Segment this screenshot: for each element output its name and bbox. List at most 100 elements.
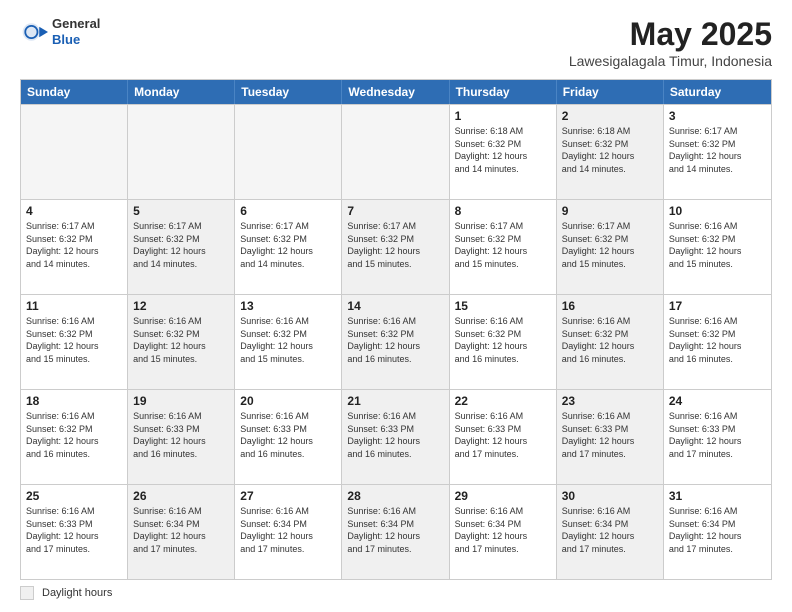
cal-cell-day-1: 1 Sunrise: 6:18 AM Sunset: 6:32 PM Daylig… [450,105,557,199]
logo-general-text: General [52,16,100,32]
cal-header-thursday: Thursday [450,80,557,104]
cal-cell-day-21: 21 Sunrise: 6:16 AM Sunset: 6:33 PM Dayli… [342,390,449,484]
calendar: SundayMondayTuesdayWednesdayThursdayFrid… [20,79,772,580]
cal-header-friday: Friday [557,80,664,104]
legend-box [20,586,34,600]
day-detail-4: Sunrise: 6:17 AM Sunset: 6:32 PM Dayligh… [26,220,122,270]
cal-cell-empty-0-0 [21,105,128,199]
cal-cell-day-22: 22Sunrise: 6:16 AM Sunset: 6:33 PM Dayli… [450,390,557,484]
cal-cell-day-13: 13 Sunrise: 6:16 AM Sunset: 6:32 PM Dayli… [235,295,342,389]
cal-header-saturday: Saturday [664,80,771,104]
cal-cell-day-26: 26 Sunrise: 6:16 AM Sunset: 6:34 PM Dayli… [128,485,235,579]
cal-cell-day-5: 5 Sunrise: 6:17 AM Sunset: 6:32 PM Daylig… [128,200,235,294]
day-number-26: 26 [133,489,229,503]
cal-header-sunday: Sunday [21,80,128,104]
cal-week-3: 11 Sunrise: 6:16 AM Sunset: 6:32 PM Dayli… [21,294,771,389]
calendar-body: 1 Sunrise: 6:18 AM Sunset: 6:32 PM Daylig… [21,104,771,579]
cal-cell-day-8: 8Sunrise: 6:17 AM Sunset: 6:32 PM Daylig… [450,200,557,294]
day-number-15: 15 [455,299,551,313]
day-detail-12: Sunrise: 6:16 AM Sunset: 6:32 PM Dayligh… [133,315,229,365]
day-detail-13: Sunrise: 6:16 AM Sunset: 6:32 PM Dayligh… [240,315,336,365]
day-detail-6: Sunrise: 6:17 AM Sunset: 6:32 PM Dayligh… [240,220,336,270]
cal-cell-day-11: 11 Sunrise: 6:16 AM Sunset: 6:32 PM Dayli… [21,295,128,389]
day-detail-7: Sunrise: 6:17 AM Sunset: 6:32 PM Dayligh… [347,220,443,270]
day-detail-15: Sunrise: 6:16 AM Sunset: 6:32 PM Dayligh… [455,315,551,365]
day-detail-9: Sunrise: 6:17 AM Sunset: 6:32 PM Dayligh… [562,220,658,270]
day-number-10: 10 [669,204,766,218]
cal-cell-day-24: 24 Sunrise: 6:16 AM Sunset: 6:33 PM Dayli… [664,390,771,484]
legend-label: Daylight hours [42,587,112,599]
cal-header-monday: Monday [128,80,235,104]
legend: Daylight hours [20,586,772,600]
cal-cell-day-17: 17 Sunrise: 6:16 AM Sunset: 6:32 PM Dayli… [664,295,771,389]
day-detail-21: Sunrise: 6:16 AM Sunset: 6:33 PM Dayligh… [347,410,443,460]
cal-cell-day-4: 4 Sunrise: 6:17 AM Sunset: 6:32 PM Daylig… [21,200,128,294]
day-detail-23: Sunrise: 6:16 AM Sunset: 6:33 PM Dayligh… [562,410,658,460]
day-number-30: 30 [562,489,658,503]
logo: General Blue [20,16,100,47]
cal-week-4: 18Sunrise: 6:16 AM Sunset: 6:32 PM Dayli… [21,389,771,484]
cal-header-tuesday: Tuesday [235,80,342,104]
day-number-2: 2 [562,109,658,123]
day-number-4: 4 [26,204,122,218]
day-detail-29: Sunrise: 6:16 AM Sunset: 6:34 PM Dayligh… [455,505,551,555]
cal-cell-day-9: 9 Sunrise: 6:17 AM Sunset: 6:32 PM Daylig… [557,200,664,294]
cal-cell-empty-0-3 [342,105,449,199]
day-number-20: 20 [240,394,336,408]
day-detail-3: Sunrise: 6:17 AM Sunset: 6:32 PM Dayligh… [669,125,766,175]
day-number-28: 28 [347,489,443,503]
cal-cell-day-6: 6Sunrise: 6:17 AM Sunset: 6:32 PM Daylig… [235,200,342,294]
day-number-5: 5 [133,204,229,218]
day-number-8: 8 [455,204,551,218]
cal-cell-day-20: 20Sunrise: 6:16 AM Sunset: 6:33 PM Dayli… [235,390,342,484]
logo-icon [20,18,48,46]
day-number-12: 12 [133,299,229,313]
cal-cell-day-7: 7 Sunrise: 6:17 AM Sunset: 6:32 PM Daylig… [342,200,449,294]
logo-blue-text: Blue [52,32,100,48]
day-number-11: 11 [26,299,122,313]
day-detail-25: Sunrise: 6:16 AM Sunset: 6:33 PM Dayligh… [26,505,122,555]
cal-cell-day-14: 14 Sunrise: 6:16 AM Sunset: 6:32 PM Dayli… [342,295,449,389]
day-detail-17: Sunrise: 6:16 AM Sunset: 6:32 PM Dayligh… [669,315,766,365]
calendar-header-row: SundayMondayTuesdayWednesdayThursdayFrid… [21,80,771,104]
cal-cell-day-12: 12 Sunrise: 6:16 AM Sunset: 6:32 PM Dayli… [128,295,235,389]
cal-week-5: 25 Sunrise: 6:16 AM Sunset: 6:33 PM Dayli… [21,484,771,579]
title-block: May 2025 Lawesigalagala Timur, Indonesia [569,16,772,69]
main-title: May 2025 [569,16,772,53]
day-number-17: 17 [669,299,766,313]
day-number-7: 7 [347,204,443,218]
day-detail-16: Sunrise: 6:16 AM Sunset: 6:32 PM Dayligh… [562,315,658,365]
cal-cell-day-3: 3 Sunrise: 6:17 AM Sunset: 6:32 PM Daylig… [664,105,771,199]
cal-week-2: 4 Sunrise: 6:17 AM Sunset: 6:32 PM Daylig… [21,199,771,294]
cal-cell-day-19: 19 Sunrise: 6:16 AM Sunset: 6:33 PM Dayli… [128,390,235,484]
day-detail-10: Sunrise: 6:16 AM Sunset: 6:32 PM Dayligh… [669,220,766,270]
day-detail-14: Sunrise: 6:16 AM Sunset: 6:32 PM Dayligh… [347,315,443,365]
cal-cell-day-10: 10 Sunrise: 6:16 AM Sunset: 6:32 PM Dayli… [664,200,771,294]
day-detail-22: Sunrise: 6:16 AM Sunset: 6:33 PM Dayligh… [455,410,551,460]
cal-cell-empty-0-1 [128,105,235,199]
cal-cell-day-18: 18Sunrise: 6:16 AM Sunset: 6:32 PM Dayli… [21,390,128,484]
day-number-1: 1 [455,109,551,123]
day-number-14: 14 [347,299,443,313]
cal-cell-day-28: 28Sunrise: 6:16 AM Sunset: 6:34 PM Dayli… [342,485,449,579]
day-number-25: 25 [26,489,122,503]
day-detail-19: Sunrise: 6:16 AM Sunset: 6:33 PM Dayligh… [133,410,229,460]
day-number-18: 18 [26,394,122,408]
day-number-29: 29 [455,489,551,503]
day-number-24: 24 [669,394,766,408]
day-detail-24: Sunrise: 6:16 AM Sunset: 6:33 PM Dayligh… [669,410,766,460]
subtitle: Lawesigalagala Timur, Indonesia [569,53,772,69]
day-number-21: 21 [347,394,443,408]
day-detail-26: Sunrise: 6:16 AM Sunset: 6:34 PM Dayligh… [133,505,229,555]
day-number-31: 31 [669,489,766,503]
day-detail-5: Sunrise: 6:17 AM Sunset: 6:32 PM Dayligh… [133,220,229,270]
day-number-3: 3 [669,109,766,123]
day-number-19: 19 [133,394,229,408]
day-detail-11: Sunrise: 6:16 AM Sunset: 6:32 PM Dayligh… [26,315,122,365]
day-number-9: 9 [562,204,658,218]
day-detail-1: Sunrise: 6:18 AM Sunset: 6:32 PM Dayligh… [455,125,551,175]
day-number-13: 13 [240,299,336,313]
cal-cell-day-27: 27Sunrise: 6:16 AM Sunset: 6:34 PM Dayli… [235,485,342,579]
cal-cell-day-25: 25 Sunrise: 6:16 AM Sunset: 6:33 PM Dayli… [21,485,128,579]
day-number-27: 27 [240,489,336,503]
